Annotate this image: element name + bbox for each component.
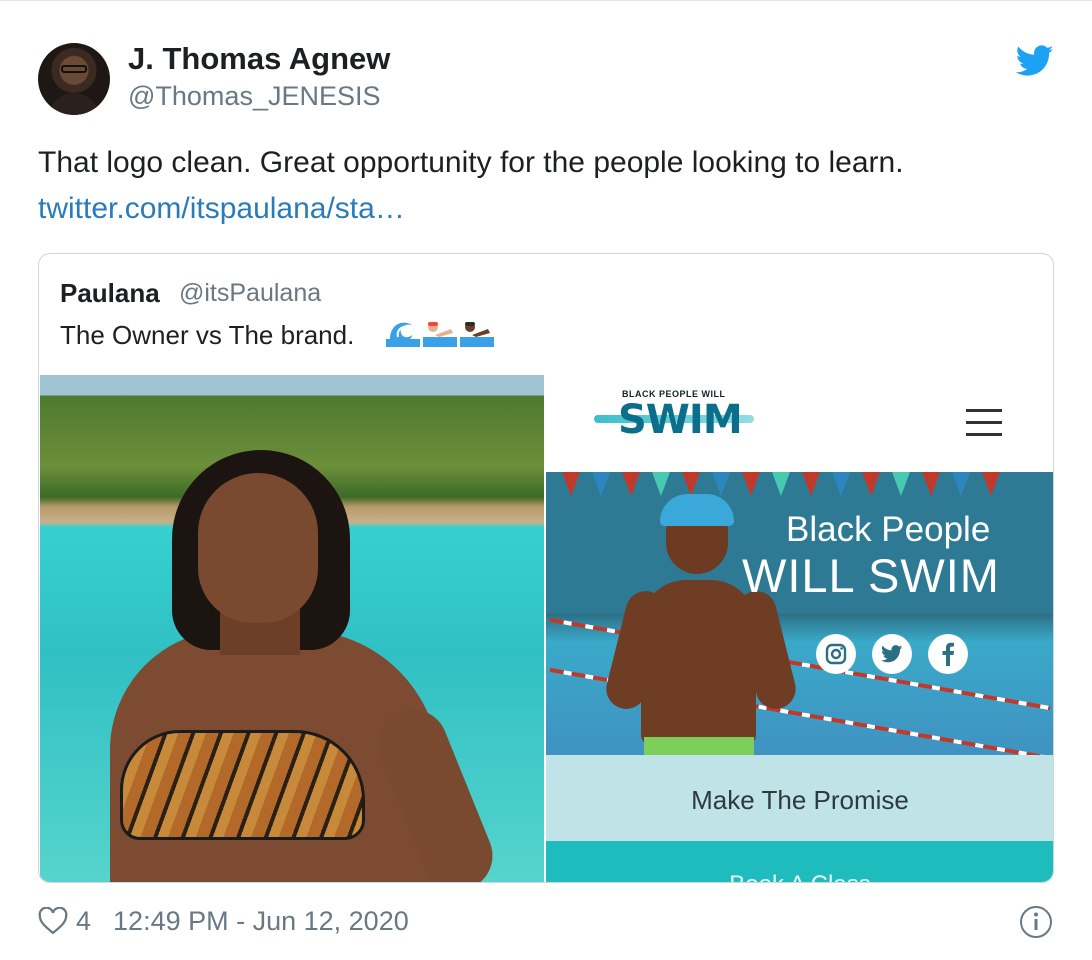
info-icon[interactable] (1019, 905, 1053, 939)
tweet-timestamp[interactable]: 12:49 PM - Jun 12, 2020 (113, 906, 409, 937)
quoted-tweet-text: The Owner vs The brand. (60, 320, 355, 350)
site-logo-swim: SWIM (618, 397, 743, 443)
avatar-glasses (61, 65, 87, 73)
author-name[interactable]: J. Thomas Agnew (128, 41, 390, 77)
make-promise-label: Make The Promise (691, 785, 909, 815)
hero-title-line2: WILL SWIM (742, 549, 1000, 602)
avatar-body (48, 93, 100, 115)
hero-figure-swim-cap (660, 494, 734, 526)
instagram-icon[interactable] (816, 634, 856, 674)
emoji-group (386, 317, 494, 347)
hero-figure-shorts (644, 737, 754, 755)
pool-flags (546, 472, 1053, 498)
heart-icon[interactable] (38, 907, 68, 935)
make-promise-button[interactable]: Make The Promise (546, 755, 1053, 841)
twitter-bird-icon[interactable] (1016, 45, 1054, 77)
embedded-tweet: J. Thomas Agnew @Thomas_JENESIS That log… (0, 0, 1092, 960)
quoted-author-handle[interactable]: @itsPaulana (179, 279, 321, 308)
twitter-icon[interactable] (872, 634, 912, 674)
tweet-text: That logo clean. Great opportunity for t… (38, 146, 904, 179)
book-class-button[interactable]: Book A Class (546, 841, 1053, 882)
photo-woman-swimming[interactable] (40, 375, 544, 882)
hero-title-line1: Black People (786, 510, 991, 549)
site-hero: Black People WILL SWIM (546, 472, 1053, 755)
site-header: BLACK PEOPLE WILL SWIM (546, 375, 1053, 472)
quoted-author-name[interactable]: Paulana (60, 278, 160, 309)
hero-figure-body (641, 580, 756, 745)
photo-website-screenshot[interactable]: BLACK PEOPLE WILL SWIM Black People WILL… (546, 375, 1053, 882)
photo-figure-swimsuit (120, 730, 365, 840)
person-swimming-light-icon (423, 322, 457, 347)
facebook-icon[interactable] (928, 634, 968, 674)
person-swimming-dark-icon (460, 322, 494, 347)
quoted-tweet[interactable]: Paulana @itsPaulana The Owner vs The bra… (38, 253, 1054, 883)
hamburger-menu-icon[interactable] (966, 407, 1002, 437)
author-handle[interactable]: @Thomas_JENESIS (128, 81, 381, 112)
book-class-label: Book A Class (546, 871, 1053, 882)
water-wave-icon (386, 322, 420, 347)
tweet-footer: 4 12:49 PM - Jun 12, 2020 (38, 901, 409, 941)
photo-figure-face (198, 473, 318, 623)
like-count: 4 (76, 905, 92, 936)
author-avatar[interactable] (38, 43, 110, 115)
tweet-link[interactable]: twitter.com/itspaulana/sta… (38, 192, 405, 226)
